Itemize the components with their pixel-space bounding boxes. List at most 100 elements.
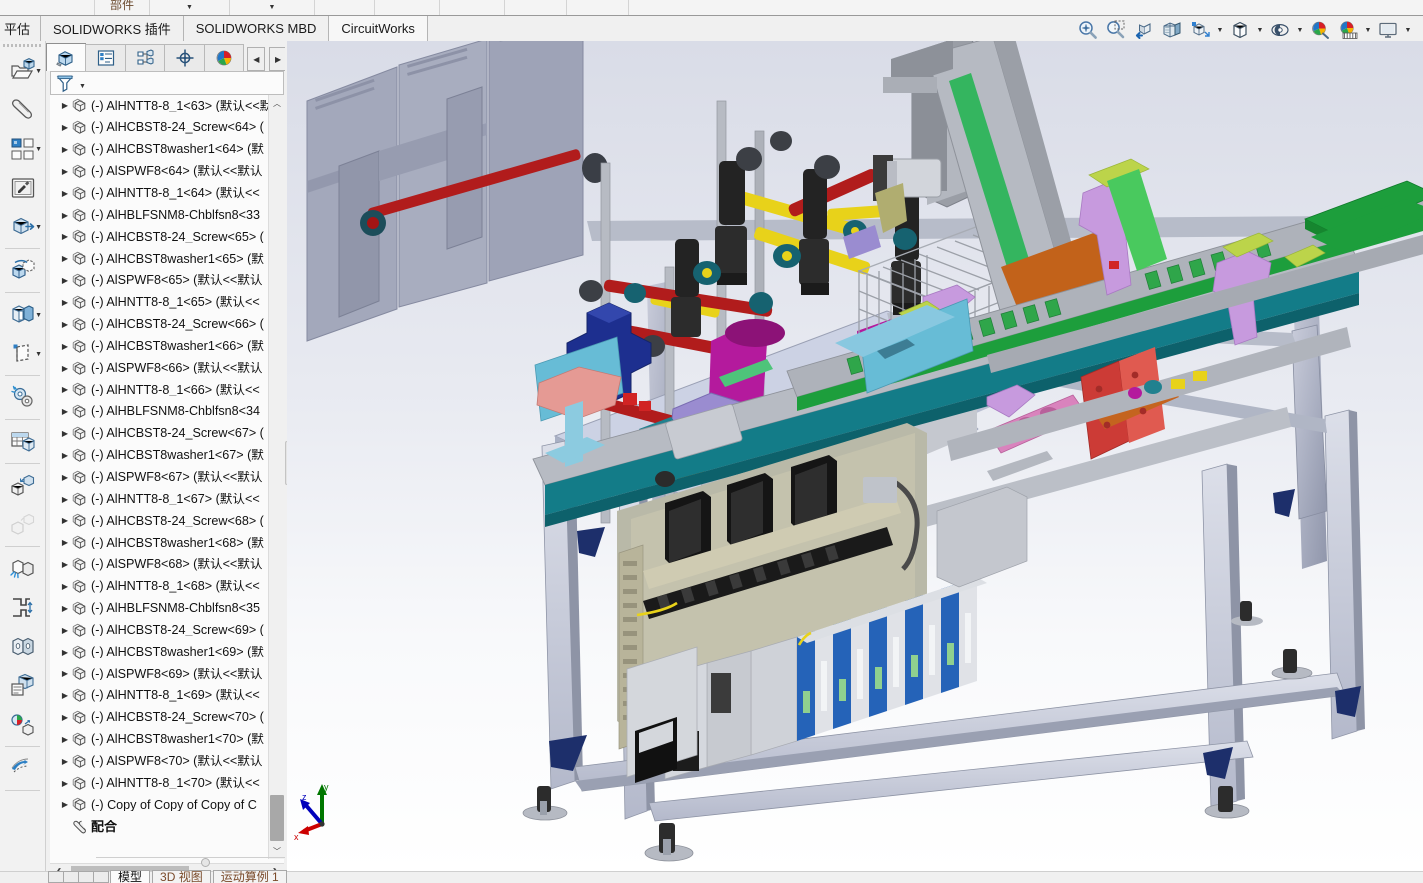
zoom-to-fit-icon[interactable]	[1075, 18, 1101, 42]
section-view-icon[interactable]	[1159, 18, 1185, 42]
chevron-right-icon[interactable]: ▶	[58, 276, 72, 285]
ribbon-cell[interactable]	[375, 0, 440, 15]
ribbon-cell[interactable]	[505, 0, 567, 15]
tab-nav-last-button[interactable]	[93, 871, 109, 883]
feature-tree-item[interactable]: ▶ (-) AlHCBST8-24_Screw<70> (	[50, 707, 268, 729]
feature-tree-item[interactable]: ▶ (-) AlHNTT8-8_1<64> (默认<<	[50, 182, 268, 204]
mass-properties-icon[interactable]	[0, 705, 45, 744]
assembly-features-icon[interactable]: ▼	[0, 295, 45, 334]
ribbon-cell-dropdown[interactable]: ▼	[230, 0, 315, 15]
graphics-viewport[interactable]	[287, 41, 1423, 871]
tab-circuitworks[interactable]: CircuitWorks	[329, 16, 428, 41]
chevron-down-icon[interactable]: ▼	[35, 68, 42, 75]
chevron-right-icon[interactable]: ▶	[58, 145, 72, 154]
ribbon-cell-assembly[interactable]: 部件	[95, 0, 150, 15]
feature-tree-item[interactable]: ▶ (-) AlHCBST8washer1<65> (默	[50, 248, 268, 270]
ribbon-cell[interactable]	[0, 0, 95, 15]
chevron-down-icon[interactable]: ▼	[35, 224, 42, 231]
chevron-right-icon[interactable]: ▶	[58, 385, 72, 394]
chevron-down-icon[interactable]: ▼	[1295, 18, 1305, 42]
explode-line-sketch-icon[interactable]	[0, 505, 45, 544]
chevron-right-icon[interactable]: ▶	[58, 604, 72, 613]
view-orientation-icon[interactable]	[1187, 18, 1213, 42]
chevron-right-icon[interactable]: ▶	[58, 189, 72, 198]
toolbar-grip[interactable]	[3, 42, 43, 49]
feature-tree-item[interactable]: ▶ (-) AlHNTT8-8_1<69> (默认<<	[50, 685, 268, 707]
feature-tree-item[interactable]: ▶ (-) AlSPWF8<64> (默认<<默认	[50, 161, 268, 183]
feature-tree-item[interactable]: ▶ (-) AlHCBST8-24_Screw<65> (	[50, 226, 268, 248]
tab-nav-prev-button[interactable]	[63, 871, 79, 883]
linear-component-pattern-icon[interactable]: ▼	[0, 129, 45, 168]
display-manager-tab[interactable]	[203, 44, 245, 71]
feature-tree-mates-node[interactable]: 配合	[50, 816, 268, 838]
measure-icon[interactable]	[0, 666, 45, 705]
vertical-scroll-thumb[interactable]	[270, 795, 284, 841]
edit-appearance-icon[interactable]	[1307, 18, 1333, 42]
panel-resize-handle[interactable]	[201, 858, 210, 867]
chevron-right-icon[interactable]: ▶	[58, 648, 72, 657]
ribbon-cell[interactable]	[440, 0, 505, 15]
tab-solidworks-addins[interactable]: SOLIDWORKS 插件	[41, 16, 184, 41]
chevron-right-icon[interactable]: ▶	[58, 560, 72, 569]
tab-nav-buttons[interactable]	[48, 871, 109, 883]
feature-tree-item[interactable]: ▶ (-) AlHCBST8-24_Screw<67> (	[50, 423, 268, 445]
tab-nav-first-button[interactable]	[48, 871, 64, 883]
chevron-down-icon[interactable]: ▼	[1215, 18, 1225, 42]
mate-icon[interactable]	[0, 90, 45, 129]
feature-tree-item[interactable]: ▶ (-) AlHCBST8-24_Screw<66> (	[50, 313, 268, 335]
chevron-right-icon[interactable]: ▶	[58, 800, 72, 809]
chevron-right-icon[interactable]: ▶	[58, 473, 72, 482]
chevron-down-icon[interactable]: ▼	[35, 312, 42, 319]
feature-tree-item[interactable]: ▶ (-) AlSPWF8<70> (默认<<默认	[50, 750, 268, 772]
insert-components-icon[interactable]: ▼	[0, 51, 45, 90]
chevron-right-icon[interactable]: ▶	[58, 713, 72, 722]
ribbon-cell[interactable]	[567, 0, 629, 15]
chevron-right-icon[interactable]: ▶	[58, 538, 72, 547]
ribbon-cell-dropdown[interactable]: ▼	[150, 0, 230, 15]
chevron-right-icon[interactable]: ▶	[58, 451, 72, 460]
feature-tree-item[interactable]: ▶ (-) AlSPWF8<65> (默认<<默认	[50, 270, 268, 292]
feature-tree-item[interactable]: ▶ (-) AlHCBST8washer1<68> (默	[50, 532, 268, 554]
tab-scroll-prev-button[interactable]: ◀	[247, 47, 266, 71]
new-motion-study-icon[interactable]	[0, 378, 45, 417]
feature-tree-filter-input[interactable]	[87, 73, 283, 93]
feature-tree-item[interactable]: ▶ (-) AlSPWF8<67> (默认<<默认	[50, 466, 268, 488]
display-style-icon[interactable]	[1227, 18, 1253, 42]
feature-tree-item[interactable]: ▶ (-) AlHCBST8washer1<69> (默	[50, 641, 268, 663]
feature-tree-item[interactable]: ▶ (-) AlHNTT8-8_1<66> (默认<<	[50, 379, 268, 401]
chevron-right-icon[interactable]: ▶	[58, 495, 72, 504]
doc-tab-3d-views[interactable]: 3D 视图	[152, 870, 211, 883]
chevron-down-icon[interactable]: ▼	[35, 146, 42, 153]
chevron-right-icon[interactable]: ▶	[58, 757, 72, 766]
scroll-up-icon[interactable]: ︿	[269, 95, 284, 111]
feature-tree-item[interactable]: ▶ (-) AlHCBST8-24_Screw<68> (	[50, 510, 268, 532]
chevron-right-icon[interactable]: ▶	[58, 626, 72, 635]
chevron-down-icon[interactable]: ▼	[1363, 18, 1373, 42]
view-settings-icon[interactable]	[1375, 18, 1401, 42]
feature-tree-item[interactable]: ▶ (-) AlHNTT8-8_1<70> (默认<<	[50, 772, 268, 794]
interference-detection-icon[interactable]	[0, 549, 45, 588]
zoom-to-area-icon[interactable]	[1103, 18, 1129, 42]
feature-tree-item[interactable]: ▶ (-) AlSPWF8<66> (默认<<默认	[50, 357, 268, 379]
chevron-down-icon[interactable]: ▼	[79, 83, 86, 90]
chevron-right-icon[interactable]: ▶	[58, 101, 72, 110]
performance-evaluation-icon[interactable]	[0, 749, 45, 788]
move-component-icon[interactable]: ▼	[0, 207, 45, 246]
feature-tree-rows[interactable]: ▶ (-) AlHNTT8-8_1<63> (默认<<默 ▶ (-) AlHCBS…	[50, 95, 268, 859]
feature-tree-item[interactable]: ▶ (-) AlHCBST8washer1<67> (默	[50, 445, 268, 467]
show-hidden-components-icon[interactable]	[0, 251, 45, 290]
configuration-manager-tab[interactable]	[124, 44, 166, 71]
doc-tab-motion-study[interactable]: 运动算例 1	[212, 870, 287, 883]
chevron-right-icon[interactable]: ▶	[58, 669, 72, 678]
feature-tree-item[interactable]: ▶ (-) AlHNTT8-8_1<63> (默认<<默	[50, 95, 268, 117]
feature-tree-item[interactable]: ▶ (-) AlSPWF8<68> (默认<<默认	[50, 554, 268, 576]
feature-tree-item[interactable]: ▶ (-) AlHCBST8washer1<66> (默	[50, 335, 268, 357]
tab-evaluate[interactable]: 平估	[0, 16, 42, 41]
chevron-right-icon[interactable]: ▶	[58, 735, 72, 744]
chevron-down-icon[interactable]: ▼	[1403, 18, 1413, 42]
chevron-right-icon[interactable]: ▶	[58, 364, 72, 373]
feature-tree-item[interactable]: ▶ (-) AlHBLFSNM8-Chblfsn8<33	[50, 204, 268, 226]
dimxpert-manager-tab[interactable]	[164, 44, 205, 71]
tab-nav-next-button[interactable]	[78, 871, 94, 883]
feature-tree-item[interactable]: ▶ (-) AlHNTT8-8_1<65> (默认<<	[50, 292, 268, 314]
